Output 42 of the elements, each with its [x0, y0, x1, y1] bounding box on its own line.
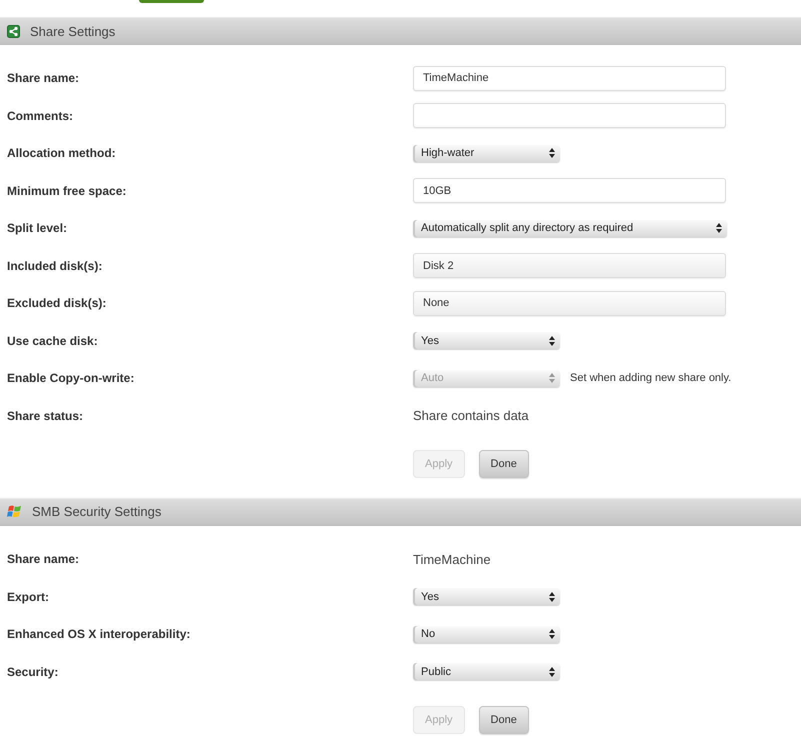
cut-off-button[interactable]	[139, 0, 204, 3]
dropdown[interactable]: Public	[413, 663, 560, 680]
field-label: Comments:	[7, 108, 74, 123]
field-label: Minimum free space:	[7, 184, 126, 198]
field-label: Included disk(s):	[7, 258, 102, 273]
text-input[interactable]: TimeMachine	[413, 66, 726, 91]
field-label: Enhanced OS X interoperability:	[7, 627, 190, 641]
waving-flag-icon	[7, 505, 22, 518]
value-text: Share contains data	[413, 408, 529, 424]
up-down-arrows-icon	[549, 336, 555, 346]
share-icon	[7, 24, 20, 38]
note-text: Set when adding new share only.	[570, 372, 732, 384]
dropdown[interactable]: Yes	[413, 588, 560, 605]
done-button[interactable]: Done	[478, 450, 529, 478]
dropdown[interactable]: High-water	[413, 144, 560, 162]
dropdown[interactable]: No	[413, 626, 560, 642]
field-label: Allocation method:	[7, 146, 116, 160]
field-label: Split level:	[7, 221, 68, 236]
up-down-arrows-icon	[549, 592, 555, 602]
field-label: Share status:	[7, 408, 84, 423]
section-title: Share Settings	[30, 24, 116, 38]
up-down-arrows-icon	[716, 223, 722, 234]
dropdown[interactable]: Yes	[413, 332, 560, 350]
section-title: SMB Security Settings	[32, 504, 162, 520]
field-label: Share name:	[7, 71, 80, 86]
picker-field[interactable]: None	[413, 290, 726, 316]
field-label: Enable Copy-on-write:	[7, 371, 134, 386]
field-label: Excluded disk(s):	[7, 296, 106, 310]
field-label: Security:	[7, 664, 58, 678]
up-down-arrows-icon	[549, 666, 555, 676]
up-down-arrows-icon	[549, 629, 555, 639]
done-button[interactable]: Done	[478, 706, 529, 734]
field-label: Export:	[7, 590, 49, 604]
field-label: Share name:	[7, 552, 80, 566]
up-down-arrows-icon	[549, 373, 555, 384]
text-input[interactable]	[413, 103, 726, 128]
text-input[interactable]: 10GB	[413, 178, 726, 204]
picker-field[interactable]: Disk 2	[413, 253, 726, 278]
dropdown[interactable]: Automatically split any directory as required	[413, 220, 727, 237]
up-down-arrows-icon	[549, 148, 555, 158]
value-text: TimeMachine	[413, 552, 491, 566]
field-label: Use cache disk:	[7, 334, 98, 348]
